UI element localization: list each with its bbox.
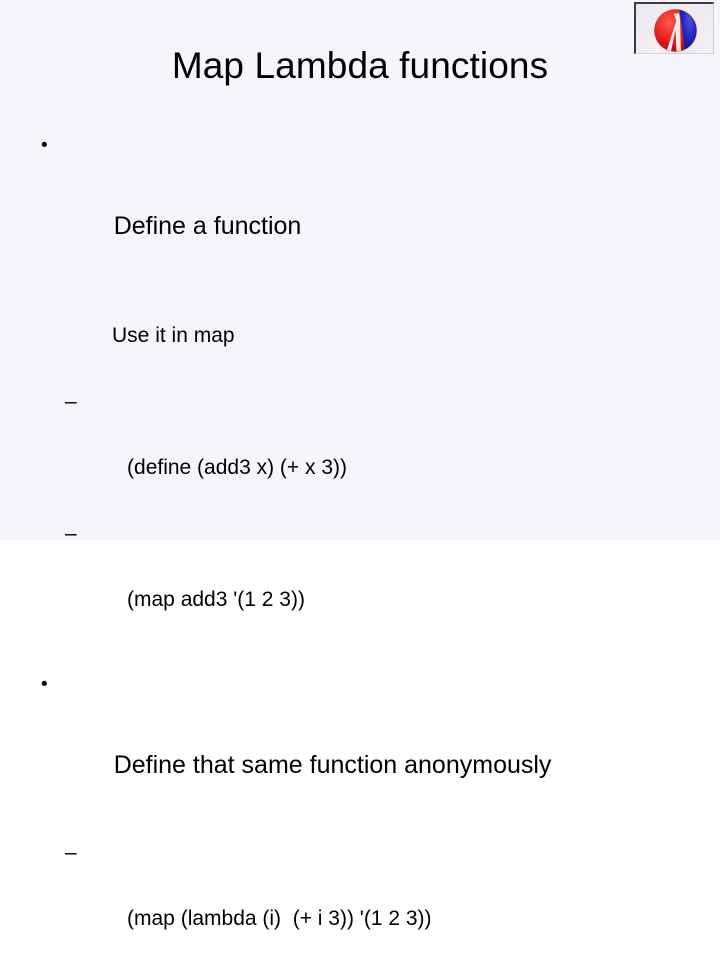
sub-item-text: Use it in map	[112, 324, 235, 347]
bullet-text: Define a function	[113, 212, 302, 240]
bullet-dot-icon: •	[41, 135, 48, 156]
code-text: (define (add3 x) (+ x 3))	[127, 456, 348, 479]
bullet-dot-icon: •	[41, 674, 48, 695]
code-text: (map add3 '(1 2 3))	[127, 588, 305, 611]
code-line-map-add3: – (map add3 '(1 2 3))	[0, 517, 720, 649]
bullet-item-define-a-function: • Define a function	[0, 126, 720, 286]
code-text: (map (lambda (i) (+ i 3)) '(1 2 3))	[127, 907, 432, 930]
code-line-define-add3: – (define (add3 x) (+ x 3))	[0, 385, 720, 517]
bullet-item-define-anonymously: • Define that same function anonymously	[0, 665, 720, 825]
slide-body: • Define a function Use it in map – (def…	[0, 126, 720, 968]
slide-canvas: Map Lambda functions • Define a function…	[0, 0, 720, 930]
slide-title: Map Lambda functions	[171, 45, 549, 86]
dash-marker-icon: –	[65, 522, 77, 545]
bullet-text: Define that same function anonymously	[113, 751, 552, 779]
dash-marker-icon: –	[65, 841, 77, 864]
code-line-map-lambda: – (map (lambda (i) (+ i 3)) '(1 2 3))	[0, 836, 720, 968]
sub-item-use-it-in-map: Use it in map	[0, 286, 720, 385]
dash-marker-icon: –	[65, 390, 77, 413]
